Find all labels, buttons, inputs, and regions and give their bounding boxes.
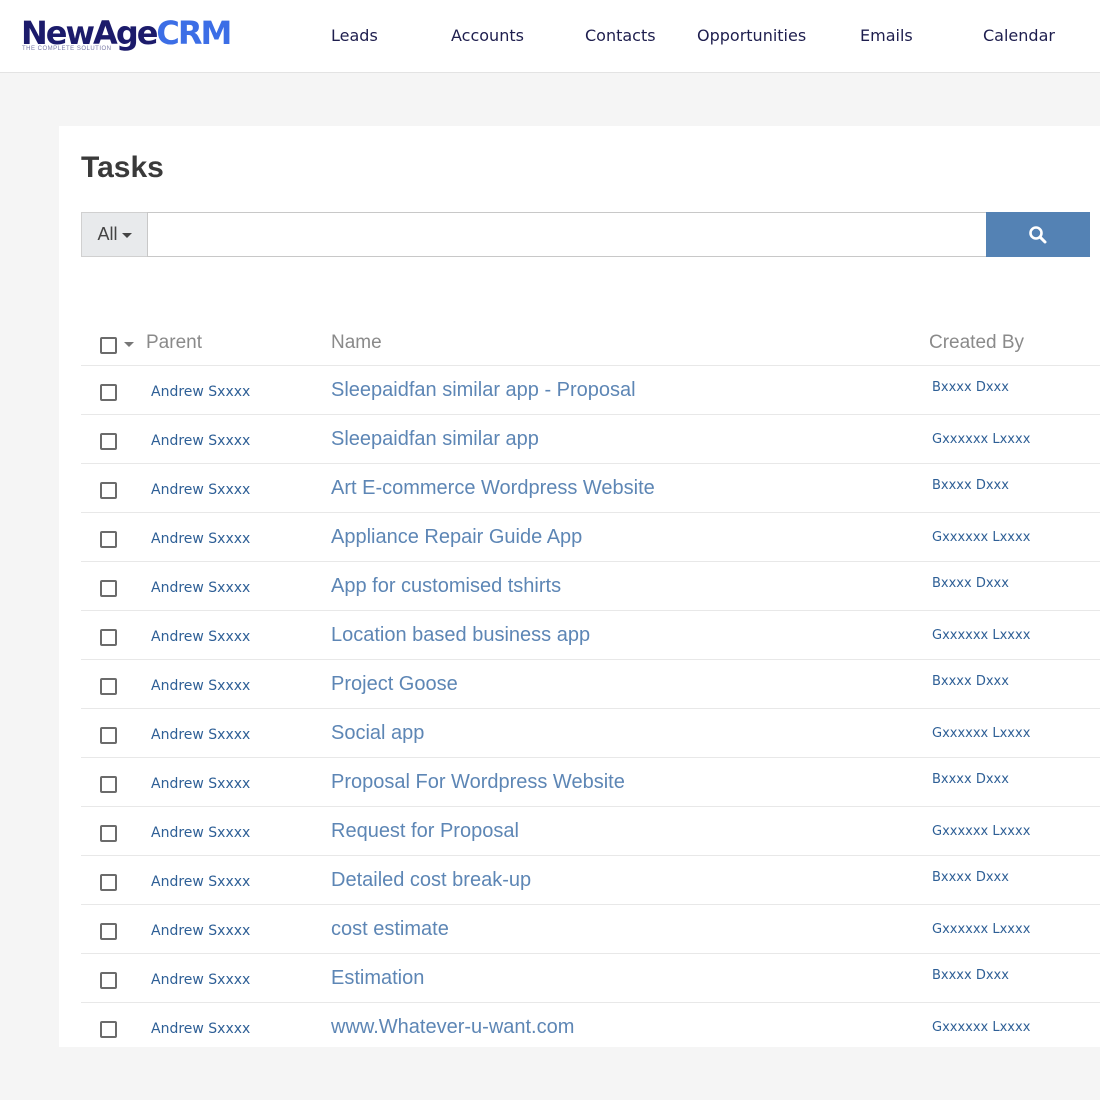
- row-created-by-link[interactable]: Gxxxxxx Lxxxx: [932, 431, 1030, 449]
- nav-opportunities[interactable]: Opportunities: [697, 25, 806, 47]
- row-created-by-link[interactable]: Gxxxxxx Lxxxx: [932, 725, 1030, 743]
- row-task-name-link[interactable]: Appliance Repair Guide App: [331, 524, 582, 550]
- row-created-by-link[interactable]: Bxxxx Dxxx: [932, 575, 1009, 593]
- search-filter-dropdown[interactable]: All: [81, 212, 147, 257]
- row-checkbox[interactable]: [100, 482, 117, 499]
- page-title: Tasks: [81, 151, 164, 184]
- table-row: Andrew Sxxxx cost estimate Gxxxxxx Lxxxx: [81, 905, 1100, 954]
- row-parent-link[interactable]: Andrew Sxxxx: [151, 480, 250, 500]
- row-created-by-link[interactable]: Bxxxx Dxxx: [932, 967, 1009, 985]
- search-filter-label: All: [97, 224, 118, 244]
- top-navigation-bar: NewAgeCRM THE COMPLETE SOLUTION Leads Ac…: [0, 0, 1100, 73]
- table-row: Andrew Sxxxx Social app Gxxxxxx Lxxxx: [81, 709, 1100, 758]
- row-checkbox[interactable]: [100, 776, 117, 793]
- row-created-by-link[interactable]: Bxxxx Dxxx: [932, 869, 1009, 887]
- table-row: Andrew Sxxxx Sleepaidfan similar app - P…: [81, 366, 1100, 415]
- row-parent-link[interactable]: Andrew Sxxxx: [151, 529, 250, 549]
- row-task-name-link[interactable]: Detailed cost break-up: [331, 867, 531, 893]
- row-task-name-link[interactable]: cost estimate: [331, 916, 449, 942]
- column-header-created-by[interactable]: Created By: [929, 330, 1024, 356]
- table-row: Andrew Sxxxx www.Whatever-u-want.com Gxx…: [81, 1003, 1100, 1052]
- row-task-name-link[interactable]: Estimation: [331, 965, 424, 991]
- row-created-by-link[interactable]: Bxxxx Dxxx: [932, 477, 1009, 495]
- row-parent-link[interactable]: Andrew Sxxxx: [151, 1019, 250, 1039]
- table-row: Andrew Sxxxx Request for Proposal Gxxxxx…: [81, 807, 1100, 856]
- column-header-parent[interactable]: Parent: [146, 330, 202, 356]
- table-row: Andrew Sxxxx Art E-commerce Wordpress We…: [81, 464, 1100, 513]
- row-created-by-link[interactable]: Bxxxx Dxxx: [932, 673, 1009, 691]
- row-task-name-link[interactable]: App for customised tshirts: [331, 573, 561, 599]
- column-header-name[interactable]: Name: [331, 330, 382, 356]
- brand-name-part2: CRM: [156, 14, 232, 52]
- table-row: Andrew Sxxxx Sleepaidfan similar app Gxx…: [81, 415, 1100, 464]
- row-task-name-link[interactable]: Art E-commerce Wordpress Website: [331, 475, 655, 501]
- table-row: Andrew Sxxxx Location based business app…: [81, 611, 1100, 660]
- caret-down-icon: [121, 233, 132, 238]
- row-parent-link[interactable]: Andrew Sxxxx: [151, 921, 250, 941]
- row-created-by-link[interactable]: Bxxxx Dxxx: [932, 379, 1009, 397]
- table-row: Andrew Sxxxx Project Goose Bxxxx Dxxx: [81, 660, 1100, 709]
- row-parent-link[interactable]: Andrew Sxxxx: [151, 627, 250, 647]
- table-header: Parent Name Created By: [81, 326, 1100, 366]
- row-checkbox[interactable]: [100, 629, 117, 646]
- row-created-by-link[interactable]: Gxxxxxx Lxxxx: [932, 1019, 1030, 1037]
- search-button[interactable]: [986, 212, 1090, 257]
- row-parent-link[interactable]: Andrew Sxxxx: [151, 676, 250, 696]
- search-bar: All: [81, 212, 1090, 257]
- row-checkbox[interactable]: [100, 384, 117, 401]
- row-checkbox[interactable]: [100, 923, 117, 940]
- row-task-name-link[interactable]: Sleepaidfan similar app - Proposal: [331, 377, 636, 403]
- row-checkbox[interactable]: [100, 531, 117, 548]
- row-checkbox[interactable]: [100, 1021, 117, 1038]
- row-checkbox[interactable]: [100, 874, 117, 891]
- search-icon: [1029, 225, 1047, 243]
- row-task-name-link[interactable]: Request for Proposal: [331, 818, 519, 844]
- nav-contacts[interactable]: Contacts: [585, 25, 656, 47]
- nav-calendar[interactable]: Calendar: [983, 25, 1055, 47]
- brand-tagline: THE COMPLETE SOLUTION: [22, 46, 112, 52]
- row-task-name-link[interactable]: Sleepaidfan similar app: [331, 426, 539, 452]
- row-created-by-link[interactable]: Gxxxxxx Lxxxx: [932, 529, 1030, 547]
- table-row: Andrew Sxxxx Detailed cost break-up Bxxx…: [81, 856, 1100, 905]
- row-parent-link[interactable]: Andrew Sxxxx: [151, 872, 250, 892]
- row-created-by-link[interactable]: Gxxxxxx Lxxxx: [932, 921, 1030, 939]
- row-parent-link[interactable]: Andrew Sxxxx: [151, 431, 250, 451]
- row-parent-link[interactable]: Andrew Sxxxx: [151, 970, 250, 990]
- row-checkbox[interactable]: [100, 825, 117, 842]
- table-row: Andrew Sxxxx App for customised tshirts …: [81, 562, 1100, 611]
- nav-emails[interactable]: Emails: [860, 25, 913, 47]
- table-row: Andrew Sxxxx Appliance Repair Guide App …: [81, 513, 1100, 562]
- row-parent-link[interactable]: Andrew Sxxxx: [151, 725, 250, 745]
- nav-leads[interactable]: Leads: [331, 25, 378, 47]
- row-parent-link[interactable]: Andrew Sxxxx: [151, 774, 250, 794]
- row-task-name-link[interactable]: Location based business app: [331, 622, 590, 648]
- row-parent-link[interactable]: Andrew Sxxxx: [151, 578, 250, 598]
- row-checkbox[interactable]: [100, 678, 117, 695]
- row-parent-link[interactable]: Andrew Sxxxx: [151, 823, 250, 843]
- row-checkbox[interactable]: [100, 727, 117, 744]
- row-task-name-link[interactable]: www.Whatever-u-want.com: [331, 1014, 574, 1040]
- table-row: Andrew Sxxxx Estimation Bxxxx Dxxx: [81, 954, 1100, 1003]
- row-task-name-link[interactable]: Social app: [331, 720, 424, 746]
- tasks-panel: Tasks All Parent Name Created By Andrew …: [59, 126, 1100, 1047]
- row-created-by-link[interactable]: Gxxxxxx Lxxxx: [932, 627, 1030, 645]
- row-created-by-link[interactable]: Gxxxxxx Lxxxx: [932, 823, 1030, 841]
- row-checkbox[interactable]: [100, 433, 117, 450]
- select-all-checkbox[interactable]: [100, 337, 117, 354]
- nav-accounts[interactable]: Accounts: [451, 25, 524, 47]
- select-menu-caret-icon[interactable]: [124, 342, 134, 347]
- row-created-by-link[interactable]: Bxxxx Dxxx: [932, 771, 1009, 789]
- row-checkbox[interactable]: [100, 580, 117, 597]
- row-parent-link[interactable]: Andrew Sxxxx: [151, 382, 250, 402]
- row-task-name-link[interactable]: Project Goose: [331, 671, 458, 697]
- search-input[interactable]: [147, 212, 987, 257]
- row-checkbox[interactable]: [100, 972, 117, 989]
- table-row: Andrew Sxxxx Proposal For Wordpress Webs…: [81, 758, 1100, 807]
- brand-logo[interactable]: NewAgeCRM THE COMPLETE SOLUTION: [21, 14, 232, 58]
- tasks-table-body: Andrew Sxxxx Sleepaidfan similar app - P…: [81, 366, 1100, 1052]
- row-task-name-link[interactable]: Proposal For Wordpress Website: [331, 769, 625, 795]
